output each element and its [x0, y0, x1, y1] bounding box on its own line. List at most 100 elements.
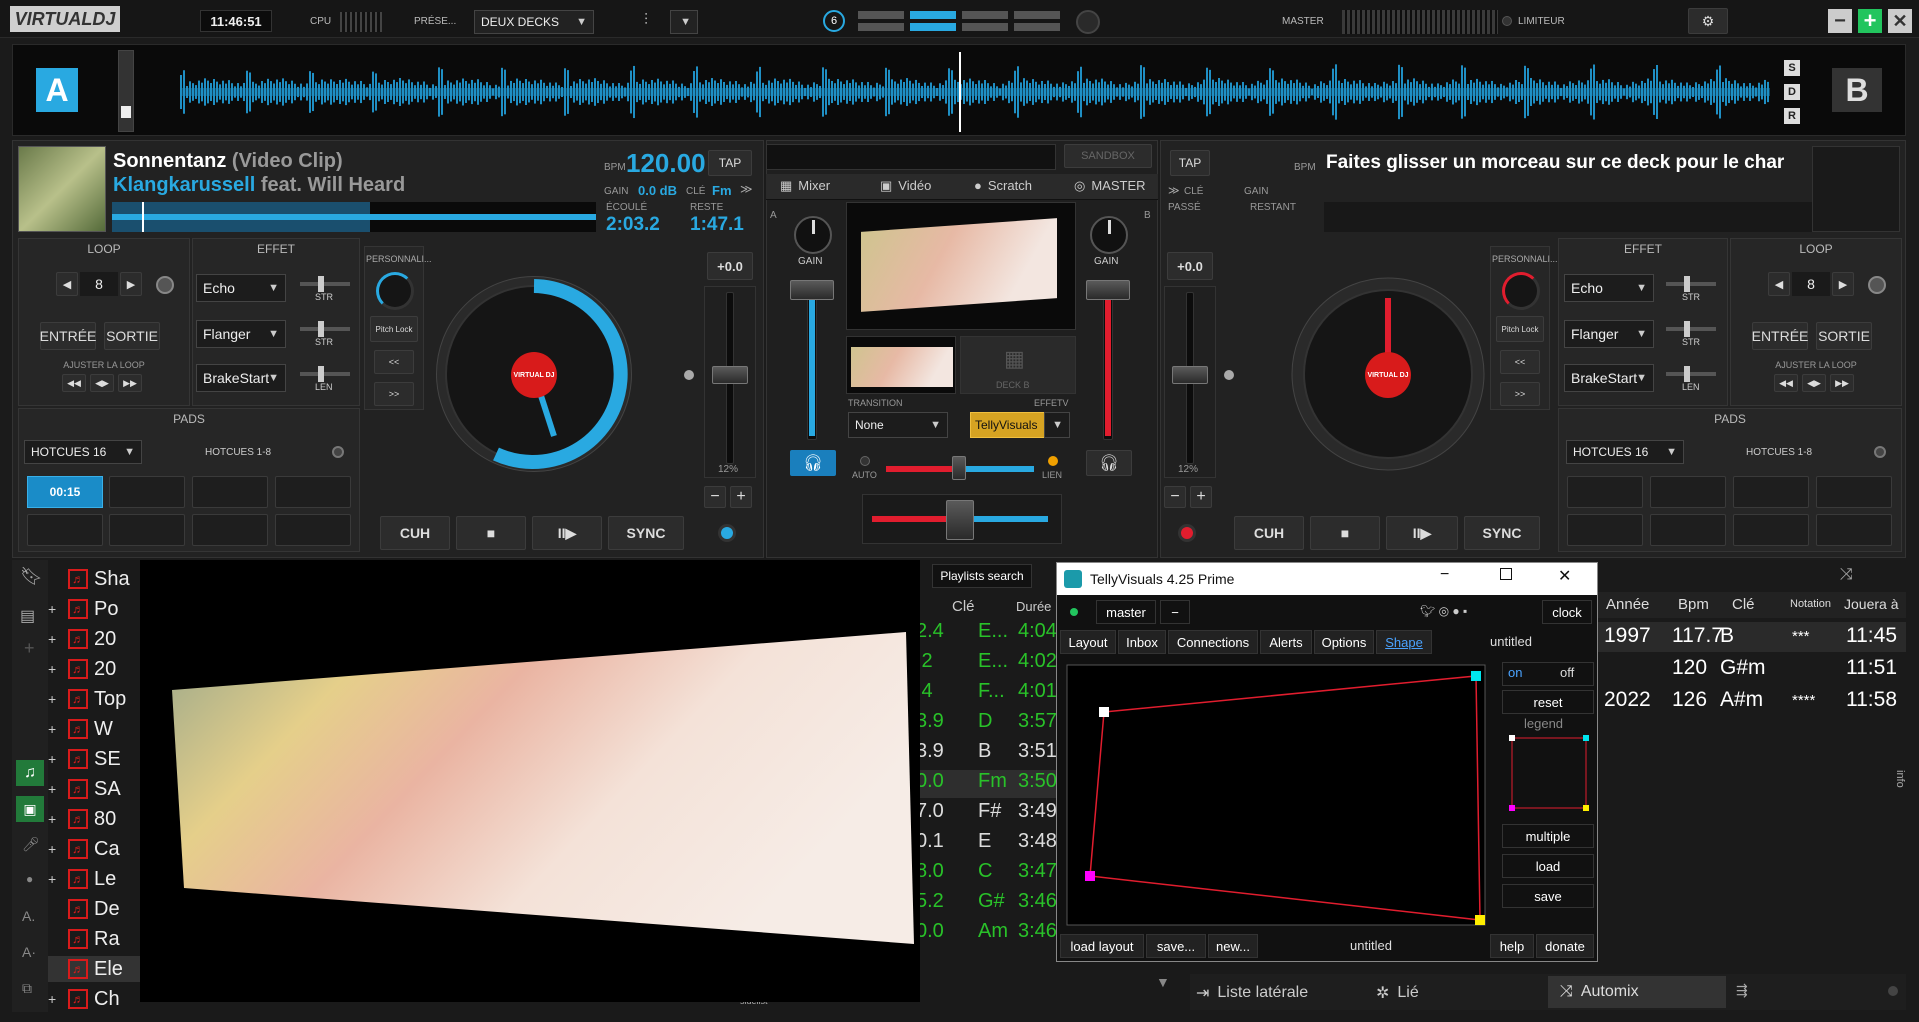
- view-dropdown[interactable]: [670, 10, 698, 34]
- deck-b-mini-waveform[interactable]: [1324, 202, 1812, 232]
- loop-out-button[interactable]: SORTIE: [104, 322, 160, 350]
- folder-item[interactable]: + ♬ Le: [48, 866, 148, 892]
- hotcue-pad-3[interactable]: [192, 476, 268, 508]
- deck-b-pitch-fwd[interactable]: >>: [1500, 382, 1540, 406]
- key-dropdown-icon[interactable]: ≫: [740, 182, 753, 196]
- deck-b-effect-3-slider[interactable]: [1666, 366, 1716, 382]
- effect-slot-2[interactable]: Flanger: [196, 320, 286, 348]
- deck-b-pitch-handle[interactable]: [1172, 366, 1208, 384]
- waveform-icon[interactable]: ⫶: [644, 12, 666, 32]
- hotcue-pad-2[interactable]: [109, 476, 185, 508]
- deck-b-pad-3[interactable]: [1733, 476, 1809, 508]
- link-led[interactable]: [1048, 456, 1058, 466]
- layout-selector-1[interactable]: [858, 11, 904, 31]
- deck-b-pad-5[interactable]: [1567, 514, 1643, 546]
- expand-icon[interactable]: +: [48, 631, 62, 647]
- deck-b-adjust-right[interactable]: ▶▶: [1830, 374, 1854, 392]
- tab-video[interactable]: ▣ Vidéo: [880, 178, 968, 194]
- deck-b-loop-settings-icon[interactable]: [1868, 276, 1886, 294]
- deck-b-pitch-value[interactable]: +0.0: [1167, 252, 1213, 280]
- headphone-cue-a[interactable]: 🎧︎: [790, 450, 836, 476]
- deck-b-sync-indicator[interactable]: [1178, 524, 1196, 542]
- deck-b-pads-mode[interactable]: HOTCUES 16: [1566, 440, 1684, 464]
- layout-selector-4[interactable]: [1014, 11, 1060, 31]
- deck-b-pitch-plus[interactable]: +: [1190, 486, 1212, 508]
- telly-minimize[interactable]: −: [1440, 566, 1449, 584]
- limiter-led[interactable]: [1502, 16, 1512, 26]
- deck-b-pitch-minus[interactable]: −: [1164, 486, 1186, 508]
- video-crossfader-handle[interactable]: [952, 456, 966, 480]
- tab-mixer[interactable]: ▦ Mixer: [780, 178, 868, 194]
- folder-item[interactable]: + ♬ Top: [48, 686, 148, 712]
- pads-mode-select[interactable]: HOTCUES 16: [24, 440, 142, 464]
- folder-item[interactable]: + ♬ W: [48, 716, 148, 742]
- telly-help-button[interactable]: help: [1490, 934, 1534, 958]
- layout-select[interactable]: DEUX DECKS: [474, 10, 594, 34]
- deck-b-tap-button[interactable]: TAP: [1170, 150, 1210, 176]
- waveform-side-r[interactable]: R: [1784, 108, 1800, 124]
- telly-minus-button[interactable]: −: [1160, 600, 1190, 624]
- layout-selector-2[interactable]: [910, 11, 956, 31]
- telly-load-layout-button[interactable]: load layout: [1060, 934, 1144, 958]
- deck-b-pad-4[interactable]: [1816, 476, 1892, 508]
- deck-b-loop-in[interactable]: ENTRÉE: [1752, 322, 1808, 350]
- column-header-play-at[interactable]: Jouera à: [1844, 596, 1898, 612]
- pitch-plus[interactable]: +: [730, 486, 752, 508]
- folder-item[interactable]: + ♬ SE: [48, 746, 148, 772]
- deck-b-sync-button[interactable]: SYNC: [1464, 516, 1540, 550]
- deck-b-effect-slot-1[interactable]: Echo: [1564, 274, 1654, 302]
- deck-b-pad-6[interactable]: [1650, 514, 1726, 546]
- window-icon[interactable]: ⧉: [22, 980, 32, 997]
- effect-slot-1[interactable]: Echo: [196, 274, 286, 302]
- expand-icon[interactable]: +: [48, 811, 62, 827]
- telly-tab-shape[interactable]: Shape: [1376, 630, 1432, 654]
- tab-scratch[interactable]: ● Scratch: [974, 178, 1064, 193]
- automix-row[interactable]: 120 G#m 11:51: [1598, 654, 1906, 684]
- column-header-key[interactable]: Clé: [952, 598, 975, 615]
- hotcue-pad-8[interactable]: [275, 514, 351, 546]
- telly-off-button[interactable]: off: [1560, 665, 1574, 680]
- tab-linked[interactable]: ✲ Lié: [1376, 980, 1476, 1006]
- deck-b-effect-slot-2[interactable]: Flanger: [1564, 320, 1654, 348]
- play-pause-button[interactable]: II▶: [532, 516, 602, 550]
- telly-new-button[interactable]: new...: [1208, 934, 1258, 958]
- pads-settings-icon[interactable]: [332, 446, 344, 458]
- waveform-side-s[interactable]: S: [1784, 60, 1800, 76]
- tab-automix[interactable]: ⤨ Automix: [1548, 976, 1726, 1008]
- sync-button[interactable]: SYNC: [608, 516, 684, 550]
- mic-icon[interactable]: 🎤︎: [22, 836, 40, 853]
- expand-icon[interactable]: +: [48, 781, 62, 797]
- dot-icon[interactable]: ●: [26, 872, 33, 886]
- folder-item[interactable]: + ♬ Ch: [48, 986, 148, 1012]
- column-header-key-right[interactable]: Clé: [1732, 596, 1755, 613]
- automix-status-dot[interactable]: [1888, 986, 1898, 996]
- custom-knob[interactable]: [376, 272, 414, 310]
- telly-maximize[interactable]: [1500, 568, 1512, 580]
- record-button[interactable]: [1076, 10, 1100, 34]
- column-header-rating[interactable]: Notation: [1790, 598, 1831, 610]
- effect-slot-3[interactable]: BrakeStart: [196, 364, 286, 392]
- tap-button[interactable]: TAP: [708, 150, 752, 176]
- telly-tab-options[interactable]: Options: [1314, 630, 1374, 654]
- cue-button[interactable]: CUH: [380, 516, 450, 550]
- pitch-bend-back[interactable]: <<: [374, 350, 414, 374]
- hotcue-pad-7[interactable]: [192, 514, 268, 546]
- telly-tab-alerts[interactable]: Alerts: [1260, 630, 1312, 654]
- loop-in-button[interactable]: ENTRÉE: [40, 322, 96, 350]
- loop-half-button[interactable]: ◀: [56, 272, 78, 296]
- hotcue-pad-1[interactable]: 00:15: [27, 476, 103, 508]
- deck-b-pitch-back[interactable]: <<: [1500, 350, 1540, 374]
- folder-item[interactable]: ♬ Ra: [48, 926, 148, 952]
- transition-select[interactable]: None: [848, 412, 948, 438]
- telly-clock-button[interactable]: clock: [1542, 600, 1592, 624]
- telly-tab-inbox[interactable]: Inbox: [1118, 630, 1166, 654]
- deck-b-loop-out[interactable]: SORTIE: [1816, 322, 1872, 350]
- sandbox-button[interactable]: SANDBOX: [1064, 144, 1152, 168]
- deck-b-pad-8[interactable]: [1816, 514, 1892, 546]
- minimize-button[interactable]: −: [1828, 9, 1852, 33]
- shuffle-icon[interactable]: ⤨: [1840, 566, 1853, 584]
- text-size-up-icon[interactable]: A·: [22, 944, 36, 960]
- crossfader-handle[interactable]: [946, 500, 974, 540]
- pitch-value[interactable]: +0.0: [707, 252, 753, 280]
- adjust-loop-both[interactable]: ◀▶: [90, 374, 114, 392]
